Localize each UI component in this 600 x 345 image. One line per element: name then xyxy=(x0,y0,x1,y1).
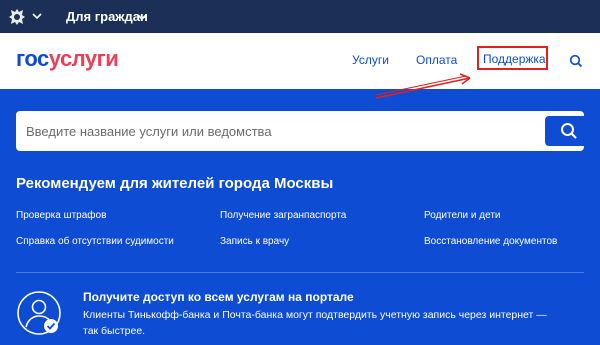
user-check-icon xyxy=(17,291,61,335)
link-check-fines[interactable]: Проверка штрафов xyxy=(16,210,106,221)
nav-support[interactable]: Поддержка xyxy=(477,46,548,70)
header: госуслуги Услуги Оплата Поддержка xyxy=(0,33,600,89)
divider xyxy=(16,272,584,273)
chevron-down-icon[interactable] xyxy=(136,11,148,23)
gosuslugi-logo[interactable]: госуслуги xyxy=(16,46,119,72)
recommendations-title: Рекомендуем для жителей города Москвы xyxy=(16,175,334,192)
coat-of-arms-icon[interactable] xyxy=(6,6,28,28)
link-parents-children[interactable]: Родители и дети xyxy=(424,210,500,221)
logo-part-uslugi: услуги xyxy=(48,46,119,71)
search-icon xyxy=(561,123,577,139)
search-icon[interactable] xyxy=(569,54,583,68)
promo-title: Получите доступ ко всем услугам на порта… xyxy=(83,290,354,304)
search-bar xyxy=(16,111,593,151)
chevron-down-icon[interactable] xyxy=(31,10,43,22)
logo-part-gos: гос xyxy=(16,46,49,71)
top-bar: Для граждан xyxy=(0,0,600,33)
search-button[interactable] xyxy=(545,116,593,146)
search-input[interactable] xyxy=(26,111,526,151)
nav-services[interactable]: Услуги xyxy=(352,53,389,67)
link-doctor-appointment[interactable]: Запись к врачу xyxy=(220,236,289,247)
link-foreign-passport[interactable]: Получение загранпаспорта xyxy=(220,210,346,221)
link-criminal-record-certificate[interactable]: Справка об отсутствии судимости xyxy=(16,236,174,247)
promo-text: Клиенты Тинькофф-банка и Почта-банка мог… xyxy=(83,309,547,337)
link-restore-documents[interactable]: Восстановление документов xyxy=(424,236,557,247)
nav-payment[interactable]: Оплата xyxy=(416,53,457,67)
